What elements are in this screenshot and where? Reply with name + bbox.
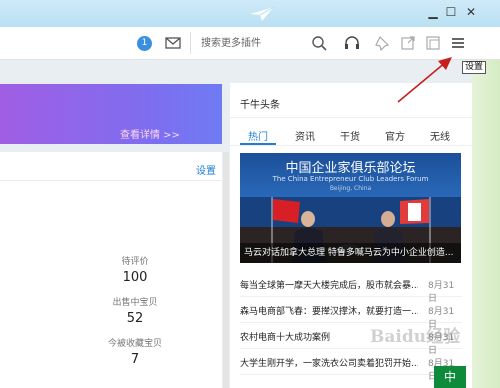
news-item-title: 森马电商部飞春：要撵汉撑沐，就要打造一...	[240, 307, 418, 317]
divider	[230, 117, 472, 118]
maximize-button[interactable]: ☐	[443, 4, 459, 20]
headline-image[interactable]: 中国企业家俱乐部论坛 The China Entrepreneur Club L…	[240, 153, 461, 263]
search-icon[interactable]	[309, 33, 329, 53]
minimize-button[interactable]: ▁	[425, 4, 441, 20]
forum-city: Beijing, China	[329, 185, 372, 192]
tab-mobile[interactable]: 无线	[430, 128, 450, 143]
stat-label: 今被收藏宝贝	[107, 339, 162, 349]
tab-news[interactable]: 资讯	[295, 128, 315, 143]
stat-items-on-sale[interactable]: 出售中宝贝 52	[95, 295, 175, 326]
stat-value: 100	[122, 270, 148, 285]
tab-official[interactable]: 官方	[385, 128, 405, 143]
settings-tooltip: 设置	[462, 61, 486, 74]
stat-pending-review[interactable]: 待评价 100	[95, 254, 175, 285]
close-button[interactable]: ✕	[463, 4, 479, 20]
avatar[interactable]: 1	[137, 36, 152, 51]
stat-favorited-today[interactable]: 今被收藏宝贝 7	[95, 336, 175, 367]
news-item[interactable]: 大学生刚开学，一家洗衣公司卖着犯罚开始... 8月31日	[240, 351, 462, 382]
plugin-search	[190, 32, 330, 54]
headline-caption: 马云对话加拿大总理 特鲁多喊马云为中小企业创造...	[240, 243, 461, 263]
shop-stats-panel: 设置 待评价 100 出售中宝贝 52 今被收藏宝贝 7	[0, 152, 222, 388]
export-icon[interactable]	[398, 33, 418, 53]
window-icon[interactable]	[423, 33, 443, 53]
forum-title-cn: 中国企业家俱乐部论坛	[285, 161, 416, 176]
news-panel-title: 千牛头条	[240, 100, 280, 111]
mail-icon[interactable]	[163, 33, 183, 53]
watermark: Baidu经验	[370, 327, 461, 347]
search-input[interactable]	[201, 35, 311, 51]
forum-header: 中国企业家俱乐部论坛 The China Entrepreneur Club L…	[240, 153, 461, 197]
forum-title-en: The China Entrepreneur Club Leaders Foru…	[272, 175, 429, 183]
view-details-link[interactable]: 查看详情 >>	[120, 126, 180, 141]
stat-label: 待评价	[121, 257, 149, 267]
news-item[interactable]: 每当全球第一摩天大楼完成后，股市就会暴... 8月31日	[240, 273, 462, 304]
tab-hot[interactable]: 热门	[248, 128, 268, 143]
side-strip	[472, 60, 500, 388]
hamburger-menu-icon[interactable]	[448, 33, 468, 53]
divider	[0, 180, 222, 181]
divider	[230, 145, 472, 146]
stat-value: 52	[126, 311, 144, 326]
tab-tips[interactable]: 干货	[340, 128, 360, 143]
scrollbar[interactable]	[223, 152, 229, 388]
window-titlebar: ▁ ☐ ✕	[0, 0, 500, 27]
stat-value: 7	[130, 352, 140, 367]
settings-link[interactable]: 设置	[196, 162, 216, 177]
pin-icon[interactable]	[372, 33, 392, 53]
news-item-title: 大学生刚开学，一家洗衣公司卖着犯罚开始...	[240, 359, 418, 369]
news-item[interactable]: 森马电商部飞春：要撵汉撑沐，就要打造一... 8月31日	[240, 299, 462, 330]
headset-icon[interactable]	[342, 33, 362, 53]
stat-label: 出售中宝贝	[112, 298, 158, 308]
toolbar: 1	[0, 27, 500, 60]
paper-plane-icon	[250, 6, 275, 21]
corner-badge: 中	[434, 366, 466, 388]
promo-banner[interactable]: 查看详情 >>	[0, 84, 222, 144]
news-item-title: 每当全球第一摩天大楼完成后，股市就会暴...	[240, 281, 418, 291]
